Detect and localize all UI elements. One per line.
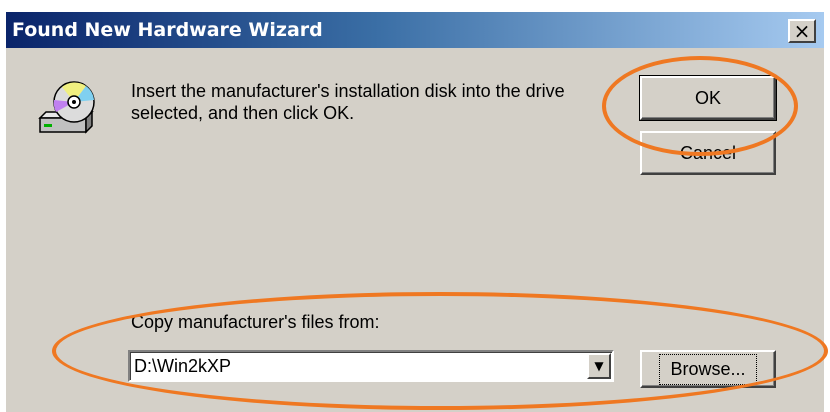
- copy-from-value[interactable]: D:\Win2kXP: [134, 356, 231, 377]
- window-title: Found New Hardware Wizard: [12, 19, 323, 41]
- chevron-down-icon: ▼: [594, 359, 604, 373]
- browse-label: Browse...: [659, 353, 757, 385]
- copy-from-combobox[interactable]: D:\Win2kXP ▼: [128, 350, 614, 382]
- installation-disk-icon: [38, 81, 95, 134]
- title-bar: Found New Hardware Wizard: [6, 12, 824, 48]
- close-icon: ×: [793, 19, 811, 43]
- browse-button[interactable]: Browse...: [640, 350, 776, 388]
- cancel-button[interactable]: Cancel: [640, 131, 776, 175]
- close-button[interactable]: ×: [788, 19, 816, 43]
- instruction-line-2: selected, and then click OK.: [131, 103, 355, 123]
- ok-button[interactable]: OK: [639, 75, 777, 121]
- copy-from-label: Copy manufacturer's files from:: [131, 312, 380, 332]
- instruction-text: Insert the manufacturer's installation d…: [131, 80, 601, 124]
- instruction-line-1: Insert the manufacturer's installation d…: [131, 81, 565, 101]
- dropdown-arrow-button[interactable]: ▼: [587, 353, 611, 379]
